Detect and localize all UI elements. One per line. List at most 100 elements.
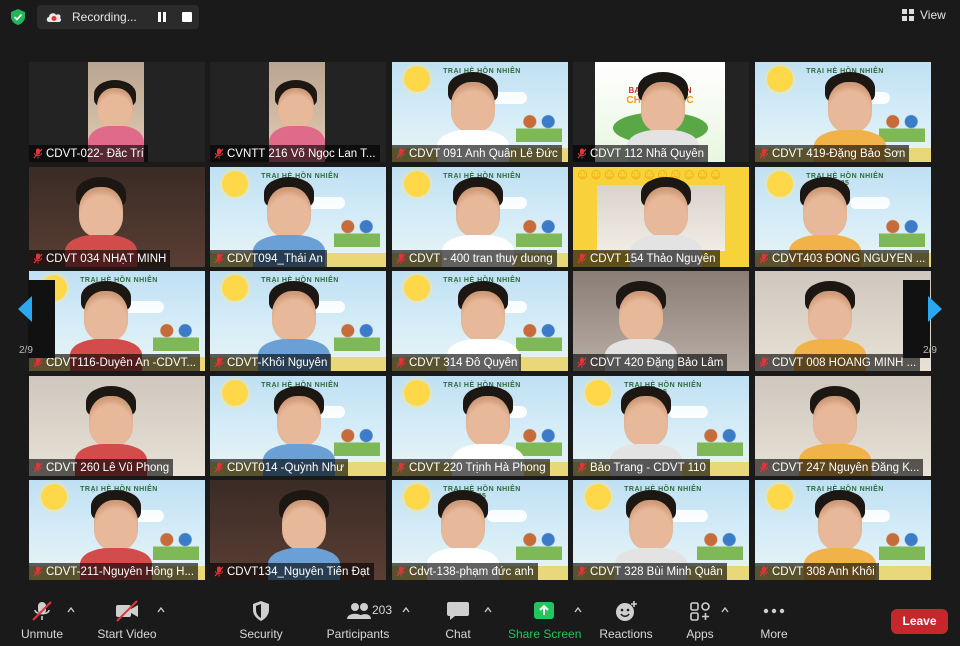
participant-name: Cdvt-138-phạm đức anh [409,565,534,578]
video-options-chevron-icon[interactable] [157,606,165,614]
participant-name: CDVT - 400 tran thuy duong [409,252,553,265]
participant-video-tile[interactable]: CDVT 034 NHẬT MINH [29,167,205,267]
unmute-button[interactable]: Unmute [14,590,70,646]
kids-graphic [697,526,743,560]
participant-video-tile[interactable]: 30 NGÀYBẠN CÙNG CONCHUYỆN HỌCCDVT 112 Nh… [573,62,749,162]
apps-button[interactable]: Apps [680,590,720,646]
kids-graphic [516,108,562,142]
participant-face [278,88,314,128]
next-page-arrow-icon[interactable] [928,296,942,322]
security-shield-outline-icon [253,601,269,621]
participant-name: CDVT116-Duyên An -CDVT... [46,356,196,369]
participant-face [272,291,316,341]
participant-video-tile[interactable]: CDVT134_Nguyễn Tiến Đạt [210,480,386,580]
mic-muted-icon [759,357,769,368]
mic-muted-icon [577,253,587,264]
mic-muted-icon [759,566,769,577]
participant-name-bar: CVNTT 216 Võ Ngọc Lan T... [210,145,380,162]
participant-face [644,187,688,237]
sun-graphic [222,275,248,301]
chat-chevron-icon[interactable] [484,606,492,614]
security-label: Security [239,627,283,641]
sun-graphic [767,66,793,92]
chat-label: Chat [445,627,471,641]
security-button[interactable]: Security [236,590,286,646]
participant-name-bar: CDVT 308 Anh Khôi [755,563,879,580]
participant-name-bar: Cdvt-138-phạm đức anh [392,563,538,580]
participant-video-tile[interactable]: TRẠI HÈ HỒN NHIÊN 05CDVT-211-Nguyễn Hồng… [29,480,205,580]
participant-face [267,187,311,237]
participants-chevron-icon[interactable] [402,606,410,614]
reactions-button[interactable]: Reactions [598,590,654,646]
share-options-chevron-icon[interactable] [574,606,582,614]
share-screen-button[interactable]: Share Screen [508,590,581,646]
kids-graphic [516,526,562,560]
participants-count: 203 [372,603,393,617]
participant-face [451,82,495,132]
participant-video-tile[interactable]: CDVT 247 Nguyễn Đăng K... [755,376,931,476]
participant-name: CDVT 220 Trịnh Hà Phong [409,461,546,474]
participant-face [97,88,133,128]
participant-video-tile[interactable]: TRẠI HÈ HỒN NHIÊN 05CDVT 308 Anh Khôi [755,480,931,580]
sun-graphic [767,484,793,510]
chat-button[interactable]: Chat [436,590,480,646]
participant-video-tile[interactable]: TRẠI HÈ HỒN NHIÊN 05CDVT 314 Đỗ Quyên [392,271,568,371]
mic-muted-icon [396,253,406,264]
participant-video-tile[interactable]: CDVT 260 Lê Vũ Phong [29,376,205,476]
participant-video-tile[interactable]: CVNTT 216 Võ Ngọc Lan T... [210,62,386,162]
participant-name: CDVT014 -Quỳnh Như [227,461,344,474]
participant-video-tile[interactable]: TRẠI HÈ HỒN NHIÊN 05CDVT 328 Bùi Minh Qu… [573,480,749,580]
participant-face [803,187,847,237]
apps-chevron-icon[interactable] [721,606,729,614]
kids-graphic [516,317,562,351]
apps-label: Apps [686,627,714,641]
sun-graphic [222,171,248,197]
participant-video-tile[interactable]: CDVT 420 Đặng Bảo Lâm [573,271,749,371]
video-off-icon [116,600,138,622]
participant-name-bar: CDVT-211-Nguyễn Hồng H... [29,563,199,580]
participant-video-tile[interactable]: TRẠI HÈ HỒN NHIÊN 05CDVT 091 Anh Quân Lê… [392,62,568,162]
more-button[interactable]: More [754,590,794,646]
participant-face [461,291,505,341]
mic-muted-icon [577,148,587,159]
leave-button[interactable]: Leave [891,609,948,634]
mic-muted-icon [214,148,224,159]
participant-name-bar: Bảo Trang - CDVT 110 [573,459,710,476]
audio-options-chevron-icon[interactable] [67,606,75,614]
participant-video-tile[interactable]: TRẠI HÈ HỒN NHIÊN 05CDVT403 ĐỒNG NGUYÊN … [755,167,931,267]
meeting-toolbar: Unmute Start Video Security Participants… [0,590,960,646]
participant-name: CDVT 420 Đặng Bảo Lâm [590,356,724,369]
participant-video-tile[interactable]: TRẠI HÈ HỒN NHIÊN 05CDVT094_Thái An [210,167,386,267]
mic-muted-icon [214,462,224,473]
participant-name: CDVT 314 Đỗ Quyên [409,356,518,369]
participant-name: CDVT 154 Thảo Nguyên [590,252,716,265]
participant-video-tile[interactable]: TRẠI HÈ HỒN NHIÊN 05CDVT116-Duyên An -CD… [29,271,205,371]
mic-muted-icon [214,357,224,368]
participant-face [456,187,500,237]
participant-name-bar: CDVT 091 Anh Quân Lê Đức [392,145,562,162]
participant-video-tile[interactable]: TRẠI HÈ HỒN NHIÊN 05CDVT-Khôi Nguyên [210,271,386,371]
participant-video-tile[interactable]: TRẠI HÈ HỒN NHIÊN 05CDVT 220 Trịnh Hà Ph… [392,376,568,476]
kids-graphic [516,422,562,456]
participants-icon [347,603,371,619]
participant-name-bar: CDVT 419-Đặng Bảo Sơn [755,145,910,162]
participant-video-tile[interactable]: TRẠI HÈ HỒN NHIÊN 05CDVT - 400 tran thuy… [392,167,568,267]
participant-video-tile[interactable]: TRẠI HÈ HỒN NHIÊN 05CDVT014 -Quỳnh Như [210,376,386,476]
participant-name-bar: CDVT 328 Bùi Minh Quân [573,563,727,580]
video-gallery: CDVT-022- Đắc Trí CVNTT 216 Võ Ngọc Lan T… [0,0,960,590]
participants-button[interactable]: Participants [326,590,390,646]
participant-name: CDVT 008 HOÀNG MINH ... [772,356,917,369]
participant-video-tile[interactable]: ☺☺☺☺☺☺☺☺☺☺☺ CDVT 154 Thảo Nguyên [573,167,749,267]
mic-muted-icon [577,566,587,577]
mic-muted-icon [33,566,43,577]
mic-muted-icon [214,253,224,264]
start-video-button[interactable]: Start Video [94,590,160,646]
participant-video-tile[interactable]: TRẠI HÈ HỒN NHIÊN 05Cdvt-138-phạm đức an… [392,480,568,580]
reactions-label: Reactions [599,627,653,641]
participant-video-tile[interactable]: CDVT-022- Đắc Trí [29,62,205,162]
participant-video-tile[interactable]: TRẠI HÈ HỒN NHIÊN 05CDVT 419-Đặng Bảo Sơ… [755,62,931,162]
participant-video-tile[interactable]: TRẠI HÈ HỒN NHIÊN 05Bảo Trang - CDVT 110 [573,376,749,476]
participant-face [808,291,852,341]
previous-page-arrow-icon[interactable] [18,296,32,322]
sun-graphic [585,380,611,406]
